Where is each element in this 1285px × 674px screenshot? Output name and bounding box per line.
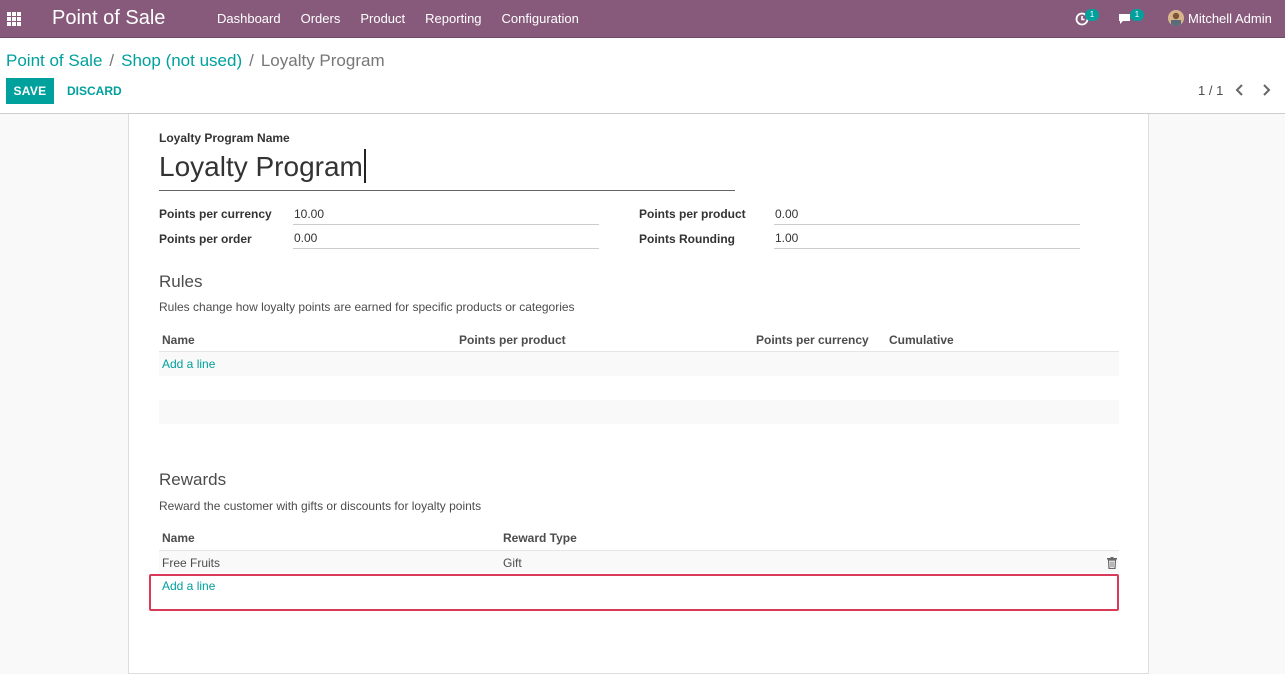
breadcrumb-shop[interactable]: Shop (not used) (121, 51, 242, 70)
rewards-col-name[interactable]: Name (162, 531, 195, 545)
points-per-currency-label: Points per currency (159, 207, 272, 221)
name-label: Loyalty Program Name (159, 131, 290, 145)
trash-icon[interactable] (1107, 557, 1117, 570)
points-rounding-label: Points Rounding (639, 232, 735, 246)
rules-col-points-per-currency[interactable]: Points per currency (756, 333, 869, 347)
points-per-currency-input[interactable]: 10.00 (293, 207, 599, 225)
user-menu[interactable]: Mitchell Admin (1188, 11, 1272, 26)
highlight-box (149, 574, 1119, 611)
rewards-help: Reward the customer with gifts or discou… (159, 499, 482, 513)
main-menu: Dashboard Orders Product Reporting Confi… (207, 11, 589, 26)
rules-col-points-per-product[interactable]: Points per product (459, 333, 566, 347)
rules-col-name[interactable]: Name (162, 333, 195, 347)
rules-add-row (159, 352, 1119, 376)
rules-title: Rules (159, 272, 203, 291)
breadcrumb-separator: / (109, 51, 115, 70)
points-per-order-input[interactable]: 0.00 (293, 231, 599, 249)
text-caret (363, 149, 366, 183)
breadcrumb-separator: / (249, 51, 254, 70)
points-per-product-input[interactable]: 0.00 (774, 207, 1080, 225)
messages-count-badge: 1 (1130, 9, 1144, 21)
form-sheet: Loyalty Program Name Loyalty Program Poi… (128, 114, 1149, 674)
chevron-right-icon[interactable] (1260, 83, 1272, 97)
save-button[interactable]: SAVE (6, 78, 54, 104)
chevron-left-icon[interactable] (1234, 83, 1246, 97)
control-panel: Point of Sale / Shop (not used) / Loyalty Pr… (0, 38, 1285, 114)
breadcrumb: Point of Sale / Shop (not used) / Loyalty Pr… (6, 51, 385, 71)
reward-row-name: Free Fruits (162, 556, 221, 570)
rules-add-line-link[interactable]: Add a line (162, 357, 215, 371)
menu-reporting[interactable]: Reporting (415, 11, 491, 26)
points-per-product-label: Points per product (639, 207, 746, 221)
rules-empty-row (159, 400, 1119, 424)
breadcrumb-current: Loyalty Program (260, 51, 385, 70)
points-per-order-label: Points per order (159, 232, 252, 246)
app-title[interactable]: Point of Sale (52, 7, 165, 30)
rewards-title: Rewards (159, 470, 227, 489)
program-name-value: Loyalty Program (159, 151, 363, 182)
breadcrumb-point-of-sale[interactable]: Point of Sale (6, 51, 102, 70)
activity-clock-icon[interactable]: 1 (1075, 9, 1099, 27)
points-rounding-input[interactable]: 1.00 (774, 231, 1080, 249)
rewards-col-reward-type[interactable]: Reward Type (503, 531, 577, 545)
menu-dashboard[interactable]: Dashboard (207, 11, 291, 26)
rules-col-cumulative[interactable]: Cumulative (889, 333, 954, 347)
top-navbar: Point of Sale Dashboard Orders Product R… (0, 0, 1285, 38)
pager-value[interactable]: 1 / 1 (1198, 83, 1223, 98)
rules-help: Rules change how loyalty points are earn… (159, 300, 575, 314)
menu-orders[interactable]: Orders (291, 11, 351, 26)
reward-row-type: Gift (503, 556, 522, 570)
table-row[interactable] (159, 551, 1119, 573)
discard-button[interactable]: DISCARD (60, 78, 129, 104)
menu-configuration[interactable]: Configuration (492, 11, 589, 26)
messages-chat-icon[interactable]: 1 (1118, 9, 1144, 27)
apps-grid-icon[interactable] (7, 12, 22, 26)
activity-count-badge: 1 (1085, 9, 1099, 21)
user-avatar[interactable] (1168, 10, 1184, 26)
program-name-input[interactable]: Loyalty Program (159, 147, 735, 191)
menu-product[interactable]: Product (350, 11, 415, 26)
